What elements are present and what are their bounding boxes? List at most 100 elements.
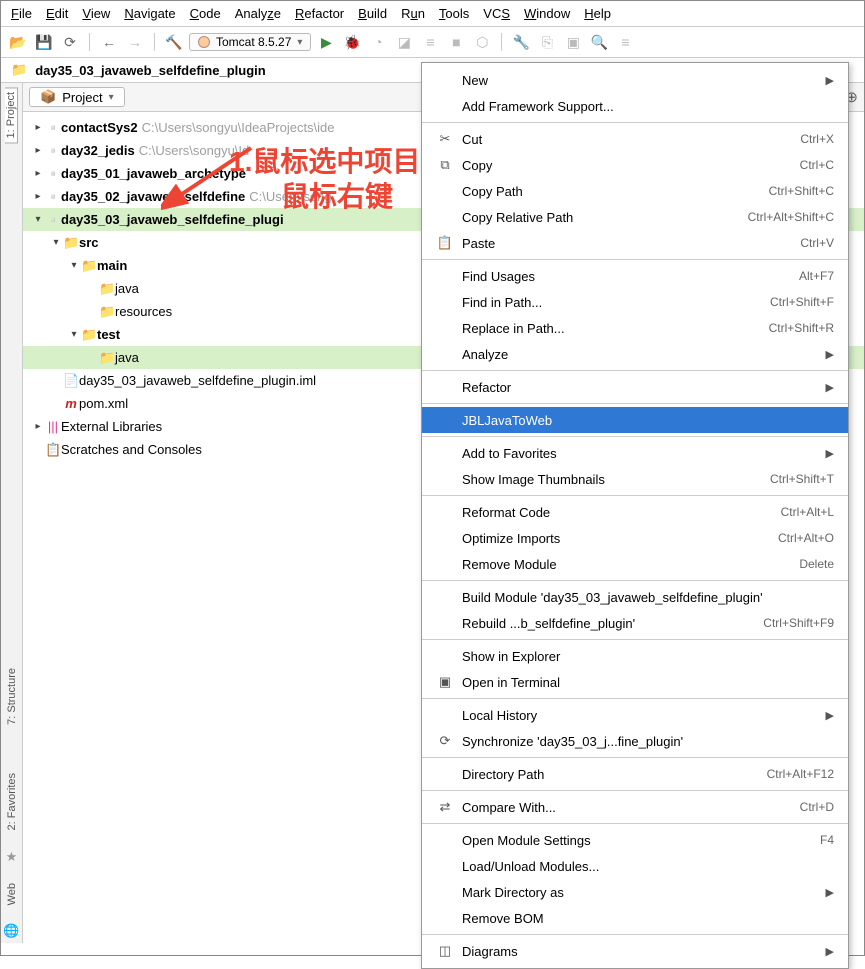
stop-icon[interactable]: ■ xyxy=(445,31,467,53)
sidetab-favorites[interactable]: 2: Favorites xyxy=(6,769,18,834)
run-icon[interactable]: ▶ xyxy=(315,31,337,53)
sidetab-project[interactable]: 1: Project xyxy=(5,87,18,143)
menu-item-icon: 📋 xyxy=(436,235,454,251)
separator xyxy=(501,33,502,51)
update-icon[interactable]: ⬡ xyxy=(471,31,493,53)
context-menu-item[interactable]: ✂CutCtrl+X xyxy=(422,126,848,152)
concurrency-icon[interactable]: ≡ xyxy=(419,31,441,53)
context-menu-item[interactable]: Load/Unload Modules... xyxy=(422,853,848,879)
run-config-dropdown[interactable]: Tomcat 8.5.27 ▾ xyxy=(189,33,311,51)
folder-icon: 📁 xyxy=(11,62,27,78)
project-view-selector[interactable]: 📦 Project ▾ xyxy=(29,87,125,107)
context-menu-item[interactable]: Optimize ImportsCtrl+Alt+O xyxy=(422,525,848,551)
context-menu-item[interactable]: Replace in Path... Ctrl+Shift+R xyxy=(422,315,848,341)
web-icon: 🌐 xyxy=(3,919,19,943)
context-menu-item[interactable]: Reformat CodeCtrl+Alt+L xyxy=(422,499,848,525)
context-menu-item[interactable]: ◫Diagrams▶ xyxy=(422,938,848,964)
tree-label: Scratches and Consoles xyxy=(61,442,202,457)
context-menu-item[interactable]: Remove ModuleDelete xyxy=(422,551,848,577)
menu-code[interactable]: Code xyxy=(190,6,221,21)
menu-item-label: Refactor xyxy=(462,380,818,395)
menu-file[interactable]: File xyxy=(11,6,32,21)
menu-edit[interactable]: Edit xyxy=(46,6,68,21)
refresh-icon[interactable]: ⟳ xyxy=(59,31,81,53)
profile-icon[interactable]: ◪ xyxy=(393,31,415,53)
menu-item-label: Replace in Path... xyxy=(462,321,761,336)
back-icon[interactable]: ← xyxy=(98,31,120,53)
menu-item-label: Local History xyxy=(462,708,818,723)
menu-item-shortcut: Ctrl+Alt+Shift+C xyxy=(748,210,834,224)
context-menu-item[interactable]: New▶ xyxy=(422,67,848,93)
tree-label: pom.xml xyxy=(79,396,128,411)
context-menu-item[interactable]: Find in Path...Ctrl+Shift+F xyxy=(422,289,848,315)
submenu-arrow-icon: ▶ xyxy=(826,348,834,361)
context-menu-item[interactable]: Show Image ThumbnailsCtrl+Shift+T xyxy=(422,466,848,492)
coverage-icon[interactable]: ◔ xyxy=(367,31,389,53)
settings-icon[interactable]: 🔧 xyxy=(510,31,532,53)
menu-refactor[interactable]: Refactor xyxy=(295,6,344,21)
context-menu-item[interactable]: Copy Relative PathCtrl+Alt+Shift+C xyxy=(422,204,848,230)
forward-icon[interactable]: → xyxy=(124,31,146,53)
tree-label: resources xyxy=(115,304,172,319)
more-icon[interactable]: ≡ xyxy=(614,31,636,53)
sidetab-structure[interactable]: 7: Structure xyxy=(6,664,18,729)
menu-window[interactable]: Window xyxy=(524,6,570,21)
context-menu-item[interactable]: 📋PasteCtrl+V xyxy=(422,230,848,256)
maven-icon: m xyxy=(63,396,79,411)
menu-analyze[interactable]: Analyze xyxy=(235,6,281,21)
context-menu-item[interactable]: ▣Open in Terminal xyxy=(422,669,848,695)
context-menu-item[interactable]: Build Module 'day35_03_javaweb_selfdefin… xyxy=(422,584,848,610)
context-menu-item[interactable]: Show in Explorer xyxy=(422,643,848,669)
context-menu-item[interactable]: Directory PathCtrl+Alt+F12 xyxy=(422,761,848,787)
context-menu: New▶Add Framework Support...✂CutCtrl+X⧉C… xyxy=(421,62,849,969)
context-menu-item[interactable]: Remove BOM xyxy=(422,905,848,931)
context-menu-item[interactable]: Add to Favorites▶ xyxy=(422,440,848,466)
context-menu-item[interactable]: ⟳Synchronize 'day35_03_j...fine_plugin' xyxy=(422,728,848,754)
menu-vcs[interactable]: VCS xyxy=(483,6,510,21)
build-icon[interactable]: 🔨 xyxy=(163,31,185,53)
menu-item-label: Remove Module xyxy=(462,557,791,572)
context-menu-item[interactable]: ⇄Compare With...Ctrl+D xyxy=(422,794,848,820)
context-menu-item[interactable]: Local History ▶ xyxy=(422,702,848,728)
menu-item-label: Rebuild ...b_selfdefine_plugin' xyxy=(462,616,755,631)
menu-item-label: Synchronize 'day35_03_j...fine_plugin' xyxy=(462,734,834,749)
context-menu-item[interactable]: Add Framework Support... xyxy=(422,93,848,119)
context-menu-item[interactable]: ⧉CopyCtrl+C xyxy=(422,152,848,178)
menu-help[interactable]: Help xyxy=(584,6,611,21)
context-menu-item[interactable]: JBLJavaToWeb xyxy=(422,407,848,433)
vcs-icon[interactable]: ⎘ xyxy=(536,31,558,53)
submenu-arrow-icon: ▶ xyxy=(826,709,834,722)
menu-item-label: Find Usages xyxy=(462,269,791,284)
submenu-arrow-icon: ▶ xyxy=(826,447,834,460)
context-menu-item[interactable]: Rebuild ...b_selfdefine_plugin' Ctrl+Shif… xyxy=(422,610,848,636)
tree-label: External Libraries xyxy=(61,419,162,434)
menu-item-label: Remove BOM xyxy=(462,911,834,926)
menu-item-shortcut: Ctrl+Alt+F12 xyxy=(767,767,834,781)
terminal-icon[interactable]: ▣ xyxy=(562,31,584,53)
sidetab-web[interactable]: Web xyxy=(6,879,18,909)
menu-item-shortcut: Ctrl+C xyxy=(800,158,834,172)
context-menu-item[interactable]: Find UsagesAlt+F7 xyxy=(422,263,848,289)
menu-item-icon: ⧉ xyxy=(436,157,454,173)
context-menu-item[interactable]: Analyze▶ xyxy=(422,341,848,367)
menu-item-shortcut: Ctrl+Shift+F9 xyxy=(763,616,834,630)
debug-icon[interactable]: 🐞 xyxy=(341,31,363,53)
breadcrumb-project[interactable]: day35_03_javaweb_selfdefine_plugin xyxy=(35,63,266,78)
menu-navigate[interactable]: Navigate xyxy=(124,6,175,21)
save-icon[interactable]: 💾 xyxy=(33,31,55,53)
context-menu-item[interactable]: Refactor▶ xyxy=(422,374,848,400)
menubar: File Edit View Navigate Code Analyze Ref… xyxy=(1,1,864,27)
menu-tools[interactable]: Tools xyxy=(439,6,469,21)
context-menu-item[interactable]: Copy PathCtrl+Shift+C xyxy=(422,178,848,204)
menu-item-shortcut: Ctrl+Shift+R xyxy=(769,321,834,335)
context-menu-item[interactable]: Mark Directory as▶ xyxy=(422,879,848,905)
scratches-icon: 📋 xyxy=(45,442,61,458)
search-icon[interactable]: 🔍 xyxy=(588,31,610,53)
open-icon[interactable]: 📂 xyxy=(7,31,29,53)
context-menu-item[interactable]: Open Module SettingsF4 xyxy=(422,827,848,853)
menu-view[interactable]: View xyxy=(82,6,110,21)
menu-item-label: Build Module 'day35_03_javaweb_selfdefin… xyxy=(462,590,834,605)
menu-build[interactable]: Build xyxy=(358,6,387,21)
menu-item-icon: ✂ xyxy=(436,131,454,147)
menu-run[interactable]: Run xyxy=(401,6,425,21)
